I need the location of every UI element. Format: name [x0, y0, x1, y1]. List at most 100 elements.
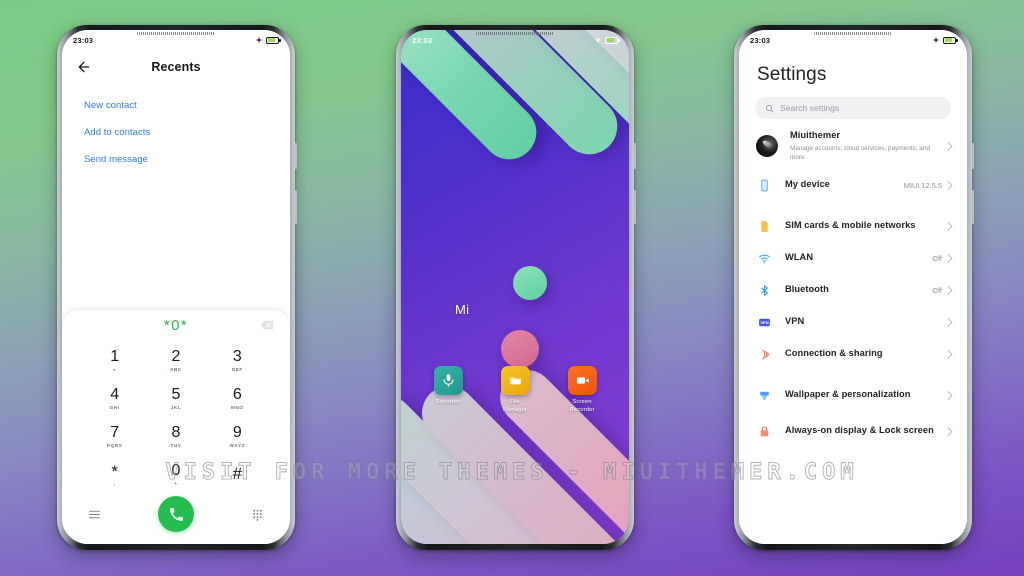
sim-card-icon [756, 220, 773, 233]
settings-row-wallpaper[interactable]: Wallpaper & personalization [739, 379, 967, 411]
chevron-right-icon [947, 426, 953, 436]
wallpaper-icon [756, 389, 773, 402]
earpiece-grille [137, 32, 215, 35]
settings-value: MIUI 12.5.5 [903, 180, 942, 190]
connection-sharing-icon-glyph [762, 349, 769, 359]
device-icon-glyph [761, 179, 768, 191]
video-camera-icon [576, 377, 589, 384]
wallpaper-icon-glyph [760, 391, 769, 400]
key-letters: WXYZ [229, 442, 246, 448]
action-send-message[interactable]: Send message [84, 146, 268, 173]
app-row: Recorder File Manager Screen Recorder [401, 366, 629, 415]
key-letters: DEF [231, 366, 243, 372]
screen-recorder-app-icon [567, 366, 597, 395]
bluetooth-icon [756, 284, 773, 297]
key-0[interactable]: 0 + [145, 456, 206, 494]
power-button[interactable] [972, 190, 974, 224]
search-input[interactable]: Search settings [755, 97, 951, 119]
settings-label: Bluetooth [785, 284, 829, 295]
key-2[interactable]: 2 ABC [145, 342, 206, 380]
chevron-right-icon [947, 317, 953, 327]
chevron-right-icon [947, 285, 953, 295]
dialer-header: Recents [62, 50, 290, 84]
wallpaper-green-dot [513, 266, 547, 300]
battery-icon [943, 36, 958, 44]
hamburger-menu-icon[interactable] [88, 508, 101, 521]
settings-label: VPN [785, 316, 805, 327]
key-3[interactable]: 3 DEF [207, 342, 268, 380]
keypad-grid-icon[interactable] [251, 508, 264, 521]
volume-button[interactable] [972, 143, 974, 169]
device-icon [756, 179, 773, 192]
key-1[interactable]: 1 ∞ [84, 342, 145, 380]
call-button[interactable] [158, 496, 194, 532]
key-letters: MNO [231, 404, 244, 410]
location-arrow-icon [594, 36, 602, 44]
app-label: Screen Recorder [569, 399, 595, 413]
key-letters: ∞ [112, 366, 117, 372]
wallpaper-mi-label: Mi [455, 302, 470, 317]
power-button[interactable] [295, 190, 297, 224]
vpn-icon: VPN [756, 316, 773, 329]
settings-row-aod-lock-screen[interactable]: Always-on display & Lock screen [739, 411, 967, 451]
dialer-actions: New contact Add to contacts Send message [62, 84, 290, 173]
key-hash[interactable]: # [207, 456, 268, 494]
volume-button[interactable] [295, 143, 297, 169]
chevron-right-icon [947, 180, 953, 190]
backspace-icon[interactable] [260, 319, 274, 331]
settings-row-my-device[interactable]: My device MIUI 12.5.5 [739, 169, 967, 201]
key-6[interactable]: 6 MNO [207, 380, 268, 418]
key-9[interactable]: 9 WXYZ [207, 418, 268, 456]
key-letters: PQRS [106, 442, 123, 448]
dialed-number: *0* [163, 316, 189, 334]
home-screen-phone: 23:03 Mi Recorder File Manager Screen Re… [396, 25, 636, 550]
number-display-row: *0* [62, 310, 290, 340]
action-new-contact[interactable]: New contact [84, 92, 268, 119]
key-letters: GHI [109, 404, 120, 410]
key-digit: 7 [110, 424, 120, 442]
key-5[interactable]: 5 JKL [145, 380, 206, 418]
power-button[interactable] [634, 190, 636, 224]
app-screen-recorder[interactable]: Screen Recorder [559, 366, 605, 415]
page-title: Settings [757, 64, 827, 85]
bluetooth-icon-glyph [761, 284, 768, 296]
status-bar-time: 23:03 [73, 35, 94, 45]
wifi-icon-glyph [759, 254, 770, 263]
search-icon [765, 104, 774, 112]
action-add-to-contacts[interactable]: Add to contacts [84, 119, 268, 146]
key-8[interactable]: 8 TUV [145, 418, 206, 456]
connection-sharing-icon [756, 348, 773, 361]
settings-row-sim-cards[interactable]: SIM cards & mobile networks [739, 210, 967, 242]
key-star[interactable]: *, [84, 456, 145, 494]
key-digit: 0 [171, 462, 181, 480]
key-4[interactable]: 4 GHI [84, 380, 145, 418]
status-bar-time: 23:03 [750, 35, 771, 45]
recorder-app-icon [433, 366, 463, 395]
back-arrow-icon[interactable] [76, 59, 92, 75]
file-manager-app-icon [500, 366, 530, 395]
key-digit: 3 [232, 348, 242, 366]
settings-row-wlan[interactable]: WLAN Off [739, 242, 967, 274]
key-digit: 4 [110, 386, 120, 404]
key-digit: 5 [171, 386, 181, 404]
key-7[interactable]: 7 PQRS [84, 418, 145, 456]
volume-button[interactable] [634, 143, 636, 169]
key-letters: , [113, 481, 116, 487]
phone-call-icon [169, 507, 183, 521]
key-letters: ABC [170, 366, 182, 372]
chevron-right-icon [947, 141, 953, 151]
app-recorder[interactable]: Recorder [425, 366, 471, 415]
settings-row-bluetooth[interactable]: Bluetooth Off [739, 274, 967, 306]
settings-row-vpn[interactable]: VPN VPN [739, 306, 967, 338]
settings-row-account[interactable]: Miuithemer Manage accounts, cloud servic… [739, 126, 967, 166]
lock-icon [756, 425, 773, 438]
page-title: Recents [151, 60, 201, 74]
settings-row-connection-sharing[interactable]: Connection & sharing [739, 338, 967, 370]
key-letters: JKL [170, 404, 182, 410]
battery-icon [266, 36, 281, 44]
settings-value: Off [932, 253, 942, 263]
app-file-manager[interactable]: File Manager [492, 366, 538, 415]
key-digit: 2 [171, 348, 181, 366]
settings-phone: 23:03 Settings Search settings Miuitheme… [734, 25, 974, 550]
settings-label: WLAN [785, 252, 814, 263]
